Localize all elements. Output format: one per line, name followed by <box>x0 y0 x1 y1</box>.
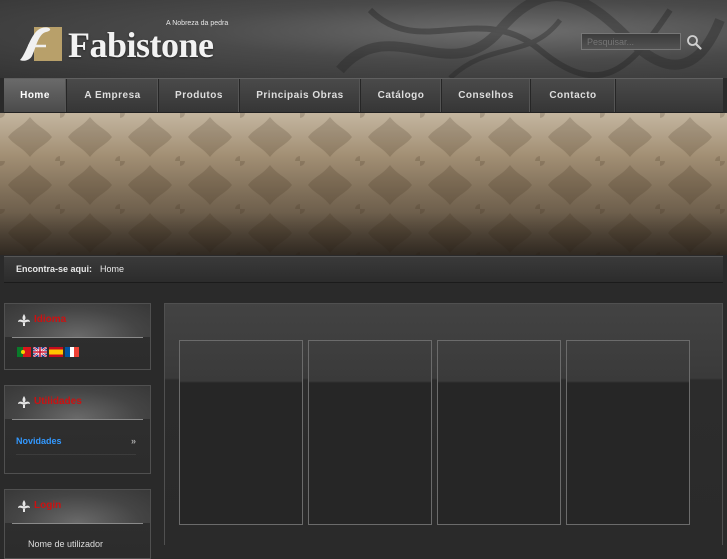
es-flag-icon[interactable] <box>49 347 63 357</box>
content-panel <box>437 340 561 525</box>
fleur-de-lis-icon <box>18 500 30 512</box>
hero-banner <box>0 113 727 255</box>
language-flags <box>17 347 79 357</box>
nav-item-produtos[interactable]: Produtos <box>159 79 240 112</box>
logo-monogram-icon <box>20 27 62 61</box>
content-panel <box>179 340 303 525</box>
nav-item-conselhos[interactable]: Conselhos <box>442 79 531 112</box>
nav-item-contacto[interactable]: Contacto <box>531 79 616 112</box>
module-title-utilities: Utilidades <box>34 396 82 407</box>
utilities-module: Utilidades Novidades » <box>4 385 151 474</box>
module-divider <box>12 419 143 420</box>
main-content <box>164 303 723 545</box>
nav-item-catalogo[interactable]: Catálogo <box>361 79 442 112</box>
fleur-de-lis-icon <box>18 396 30 408</box>
fleur-de-lis-icon <box>18 314 30 326</box>
breadcrumb-label: Encontra-se aqui: <box>16 264 93 274</box>
module-divider <box>12 523 143 524</box>
module-title-language: Idioma <box>34 314 67 325</box>
breadcrumb: Encontra-se aqui: Home <box>4 256 723 283</box>
login-module: Login Nome de utilizador <box>4 489 151 559</box>
gb-flag-icon[interactable] <box>33 347 47 357</box>
pt-flag-icon[interactable] <box>17 347 31 357</box>
nav-item-principais-obras[interactable]: Principais Obras <box>240 79 361 112</box>
nav-item-home[interactable]: Home <box>4 79 67 112</box>
logo-text: Fabistone <box>68 25 214 65</box>
banner-shade <box>0 113 727 255</box>
language-module: Idioma <box>4 303 151 370</box>
fr-flag-icon[interactable] <box>65 347 79 357</box>
menu-item-label: Novidades <box>16 436 62 446</box>
site-header: Fabistone A Nobreza da pedra <box>0 0 727 78</box>
content-panel <box>566 340 690 525</box>
main-navigation: Home A Empresa Produtos Principais Obras… <box>4 78 723 113</box>
logo-tagline: A Nobreza da pedra <box>166 20 229 27</box>
search-input[interactable] <box>581 33 681 50</box>
module-divider <box>12 337 143 338</box>
nav-item-a-empresa[interactable]: A Empresa <box>67 79 159 112</box>
module-title-login: Login <box>34 500 62 511</box>
search-icon[interactable] <box>686 34 702 50</box>
menu-item-novidades[interactable]: Novidades » <box>16 436 136 455</box>
breadcrumb-home[interactable]: Home <box>100 257 124 282</box>
username-label: Nome de utilizador <box>28 539 104 549</box>
chevron-right-icon: » <box>130 436 136 446</box>
content-panel <box>308 340 432 525</box>
